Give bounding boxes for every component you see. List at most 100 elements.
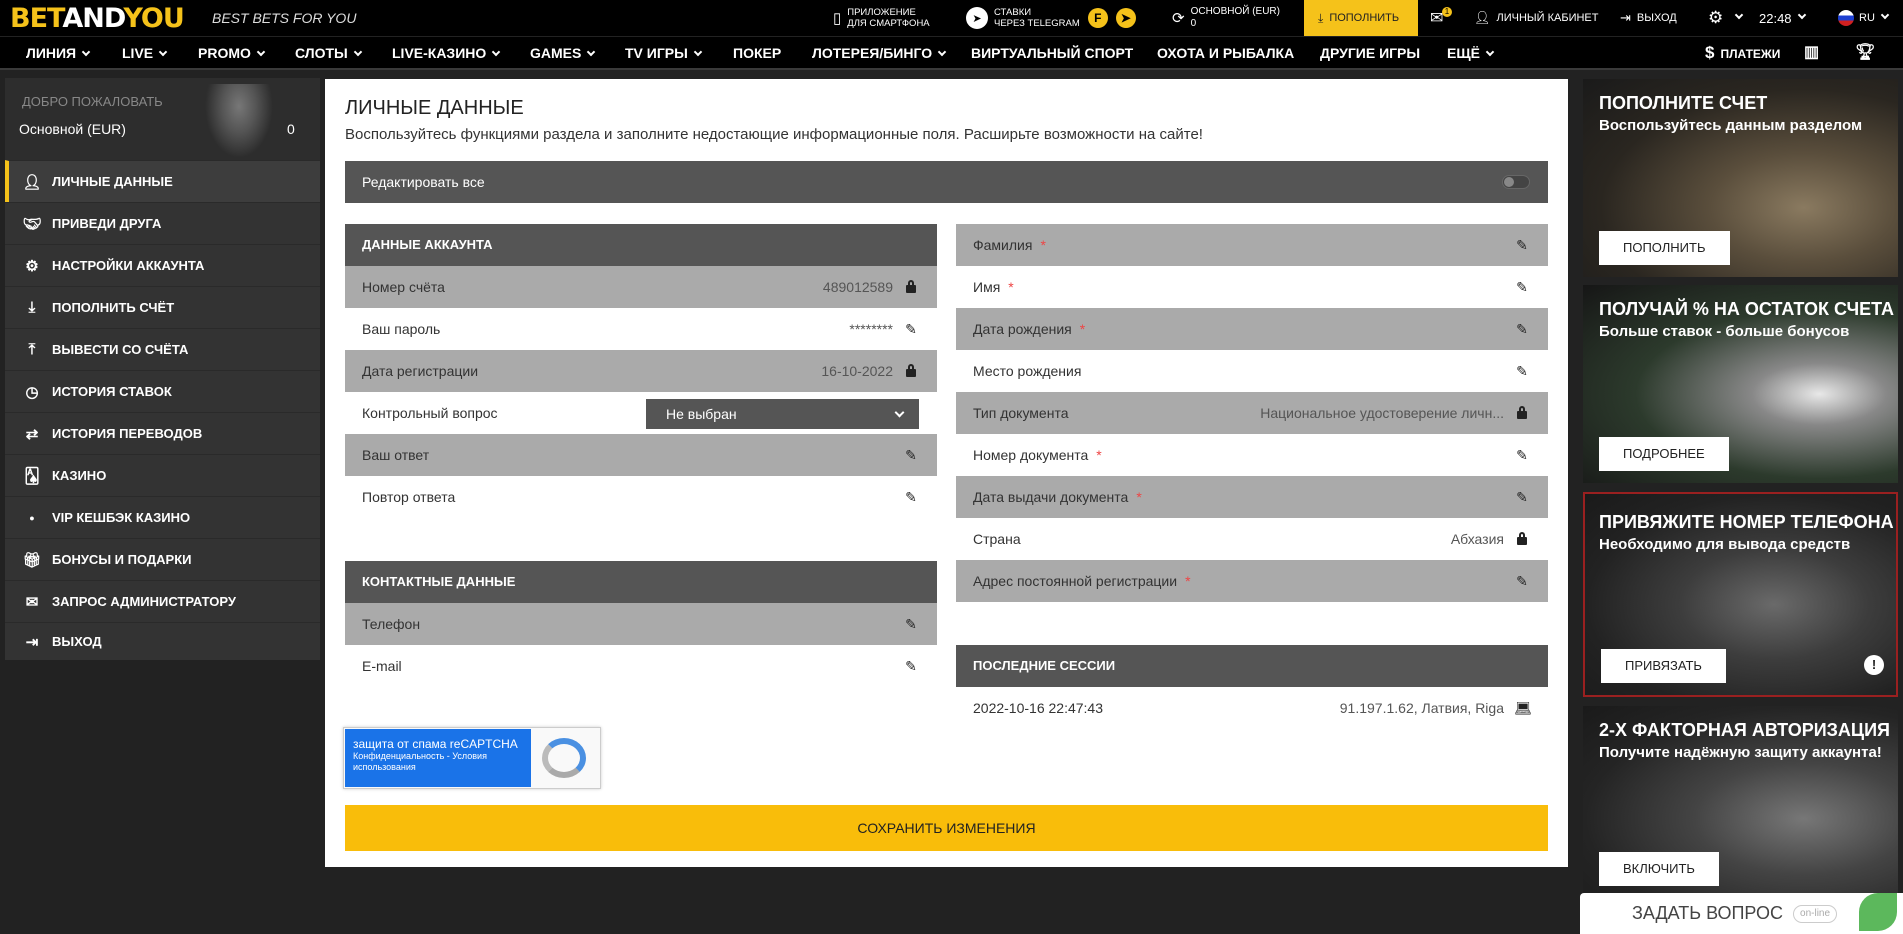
nav-live-casino[interactable]: LIVE-КАЗИНО xyxy=(392,37,501,69)
gear-icon: ⚙ xyxy=(1708,8,1724,27)
gift-icon: 🎁︎ xyxy=(22,551,42,569)
nav-poker[interactable]: ПОКЕР xyxy=(733,37,781,69)
address-row[interactable]: Адрес постоянной регистрации * ✎ xyxy=(956,560,1548,602)
pencil-icon[interactable]: ✎ xyxy=(1514,350,1530,392)
cabinet-link[interactable]: 👤︎ ЛИЧНЫЙ КАБИНЕТ xyxy=(1474,0,1599,36)
nav-live[interactable]: LIVE xyxy=(122,37,168,69)
nav-games[interactable]: GAMES xyxy=(530,37,596,69)
telegram-bets-link[interactable]: ➤ СТАВКИ ЧЕРЕЗ TELEGRAM f ➤ xyxy=(966,0,1136,36)
document-type-value: Национальное удостоверение личн... xyxy=(1260,405,1504,421)
lock-icon xyxy=(903,350,919,392)
logout-link[interactable]: ⇥ ВЫХОД xyxy=(1620,0,1677,36)
nav-promo[interactable]: PROMO xyxy=(198,37,266,69)
download-icon: ⤓ xyxy=(1318,10,1324,25)
laptop-icon: 💻︎ xyxy=(1514,700,1532,716)
document-date-row[interactable]: Дата выдачи документа * ✎ xyxy=(956,476,1548,518)
phone-row[interactable]: Телефон ✎ xyxy=(345,603,937,645)
sidebar-item-personal-data[interactable]: 👤︎ ЛИЧНЫЕ ДАННЫЕ xyxy=(5,160,320,202)
logo[interactable]: BETANDYOU xyxy=(10,5,185,32)
messages-button[interactable]: ✉ 1 xyxy=(1430,0,1452,36)
history-icon: ◷ xyxy=(25,383,39,401)
ask-question-widget[interactable]: ЗАДАТЬ ВОПРОС on-line xyxy=(1580,893,1903,934)
pencil-icon[interactable]: ✎ xyxy=(903,476,919,518)
nav-line[interactable]: ЛИНИЯ xyxy=(26,37,91,69)
smartphone-icon: ▯ xyxy=(833,10,842,27)
sidebar-item-transfer-history[interactable]: ⇄ ИСТОРИЯ ПЕРЕВОДОВ xyxy=(5,412,320,454)
pencil-icon[interactable]: ✎ xyxy=(903,603,919,645)
user-add-icon: 👤︎ xyxy=(22,173,42,191)
birth-date-row[interactable]: Дата рождения * ✎ xyxy=(956,308,1548,350)
time-display[interactable]: 22:48 xyxy=(1759,0,1806,36)
lock-icon xyxy=(1514,392,1530,434)
sidebar-item-withdraw[interactable]: ⤒ ВЫВЕСТИ СО СЧЁТА xyxy=(5,328,320,370)
promo-deposit-button[interactable]: ПОПОЛНИТЬ xyxy=(1599,231,1730,265)
sidebar-item-bonuses[interactable]: 🎁︎ БОНУСЫ И ПОДАРКИ xyxy=(5,538,320,580)
nav-hunting-fishing[interactable]: ОХОТА И РЫБАЛКА xyxy=(1157,37,1294,69)
dollar-icon: $ xyxy=(1705,43,1715,62)
edit-all-toggle[interactable] xyxy=(1502,175,1530,189)
sidebar-item-bet-history[interactable]: ◷ ИСТОРИЯ СТАВОК xyxy=(5,370,320,412)
account-data-section: ДАННЫЕ АККАУНТА Номер счёта 489012589 Ва… xyxy=(345,224,937,518)
pencil-icon[interactable]: ✎ xyxy=(1514,308,1530,350)
repeat-answer-row[interactable]: Повтор ответа ✎ xyxy=(345,476,937,518)
sidebar-item-vip-cashback[interactable]: ● VIP КЕШБЭК КАЗИНО xyxy=(5,496,320,538)
pencil-icon[interactable]: ✎ xyxy=(903,645,919,687)
sidebar-item-admin-request[interactable]: ✉ ЗАПРОС АДМИНИСТРАТОРУ xyxy=(5,580,320,622)
chevron-down-icon xyxy=(353,47,362,57)
app-link[interactable]: ▯ ПРИЛОЖЕНИЕ ДЛЯ СМАРТФОНА xyxy=(833,0,930,36)
sidebar-item-casino[interactable]: 🂡 КАЗИНО xyxy=(5,454,320,496)
last-sessions-section: ПОСЛЕДНИЕ СЕССИИ 2022-10-16 22:47:43 91.… xyxy=(956,645,1548,729)
promo-phone: ПРИВЯЖИТЕ НОМЕР ТЕЛЕФОНА Необходимо для … xyxy=(1583,492,1898,697)
birth-place-row[interactable]: Место рождения ✎ xyxy=(956,350,1548,392)
pencil-icon[interactable]: ✎ xyxy=(1514,560,1530,602)
pencil-icon[interactable]: ✎ xyxy=(903,434,919,476)
download-icon: ⤓ xyxy=(28,299,36,316)
chevron-down-icon xyxy=(693,47,703,57)
pencil-icon[interactable]: ✎ xyxy=(1514,266,1530,308)
registration-date-value: 16-10-2022 xyxy=(821,363,893,379)
nav-lottery[interactable]: ЛОТЕРЕЯ/БИНГО xyxy=(812,37,947,69)
section-title: КОНТАКТНЫЕ ДАННЫЕ xyxy=(345,561,937,603)
personal-data-section: Фамилия * ✎ Имя * ✎ Дата рождения * ✎ Место… xyxy=(956,224,1548,602)
promo-details-button[interactable]: ПОДРОБНЕЕ xyxy=(1599,437,1729,471)
pencil-icon[interactable]: ✎ xyxy=(1514,434,1530,476)
settings-button[interactable]: ⚙ xyxy=(1708,0,1744,36)
nav-more[interactable]: ЕЩЁ xyxy=(1447,37,1495,69)
save-button[interactable]: СОХРАНИТЬ ИЗМЕНЕНИЯ xyxy=(345,805,1548,851)
welcome-block: ДОБРО ПОЖАЛОВАТЬ Основной (EUR) 0 xyxy=(5,78,320,160)
pencil-icon[interactable]: ✎ xyxy=(903,308,919,350)
sidebar-item-deposit[interactable]: ⤓ ПОПОЛНИТЬ СЧЁТ xyxy=(5,286,320,328)
telegram-icon[interactable]: ➤ xyxy=(1115,8,1136,28)
telegram-icon: ➤ xyxy=(966,7,988,29)
deposit-button[interactable]: ⤓ ПОПОЛНИТЬ xyxy=(1304,0,1418,36)
promo-enable-button[interactable]: ВКЛЮЧИТЬ xyxy=(1599,852,1719,886)
email-row[interactable]: E-mail ✎ xyxy=(345,645,937,687)
account-balance[interactable]: ⟳ ОСНОВНОЙ (EUR) 0 xyxy=(1172,0,1280,36)
language-selector[interactable]: RU xyxy=(1838,0,1890,36)
nav-other-games[interactable]: ДРУГИЕ ИГРЫ xyxy=(1320,37,1420,69)
promo-link-phone-button[interactable]: ПРИВЯЗАТЬ xyxy=(1601,649,1726,683)
chevron-down-icon xyxy=(587,47,596,57)
password-row[interactable]: Ваш пароль ******** ✎ xyxy=(345,308,937,350)
nav-slots[interactable]: СЛОТЫ xyxy=(295,37,362,69)
recaptcha-badge[interactable]: защита от спама reCAPTCHA Конфиденциальн… xyxy=(343,727,601,789)
answer-row[interactable]: Ваш ответ ✎ xyxy=(345,434,937,476)
facebook-icon[interactable]: f xyxy=(1087,8,1108,28)
trophy-icon[interactable]: 🏆︎ xyxy=(1855,37,1875,69)
surname-row[interactable]: Фамилия * ✎ xyxy=(956,224,1548,266)
sidebar-item-account-settings[interactable]: ⚙ НАСТРОЙКИ АККАУНТА xyxy=(5,244,320,286)
upload-icon: ⤒ xyxy=(28,341,36,358)
pencil-icon[interactable]: ✎ xyxy=(1514,476,1530,518)
nav-virtual-sport[interactable]: ВИРТУАЛЬНЫЙ СПОРТ xyxy=(971,37,1133,69)
sidebar-item-invite-friend[interactable]: 🤝︎ ПРИВЕДИ ДРУГА xyxy=(5,202,320,244)
document-number-row[interactable]: Номер документа * ✎ xyxy=(956,434,1548,476)
page-title: ЛИЧНЫЕ ДАННЫЕ xyxy=(345,97,524,119)
nav-payments[interactable]: $ ПЛАТЕЖИ xyxy=(1705,37,1780,69)
name-row[interactable]: Имя * ✎ xyxy=(956,266,1548,308)
chat-icon xyxy=(1859,893,1897,931)
security-question-select[interactable]: Не выбран xyxy=(646,399,919,429)
nav-tv-games[interactable]: TV ИГРЫ xyxy=(625,37,703,69)
stats-icon[interactable]: ▥ xyxy=(1804,37,1819,69)
sidebar-item-logout[interactable]: ⇥ ВЫХОД xyxy=(5,622,320,660)
pencil-icon[interactable]: ✎ xyxy=(1514,224,1530,266)
